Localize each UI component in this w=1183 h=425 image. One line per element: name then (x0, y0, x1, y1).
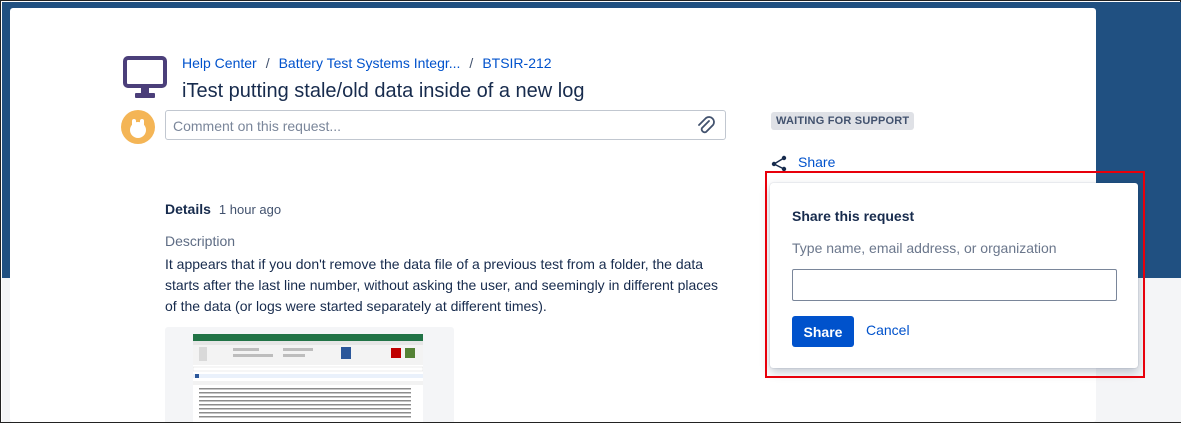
paperclip-icon[interactable] (697, 116, 715, 136)
monitor-icon (123, 56, 167, 98)
status-badge: WAITING FOR SUPPORT (771, 112, 915, 130)
breadcrumb-separator: / (469, 55, 474, 71)
share-link-label: Share (798, 154, 836, 170)
user-avatar[interactable] (121, 110, 155, 144)
breadcrumb: Help Center / Battery Test Systems Integr.… (182, 55, 552, 71)
details-timestamp: 1 hour ago (218, 202, 282, 217)
details-heading: Details (165, 201, 211, 217)
avatar-figure-icon (130, 119, 146, 138)
details-header: Details 1 hour ago (165, 201, 281, 217)
breadcrumb-help-center[interactable]: Help Center (182, 55, 257, 71)
attachment-thumbnail[interactable] (165, 327, 454, 422)
comment-placeholder: Comment on this request... (173, 118, 342, 134)
breadcrumb-project[interactable]: Battery Test Systems Integr... (279, 55, 461, 71)
breadcrumb-separator: / (265, 55, 270, 71)
description-text: It appears that if you don't remove the … (165, 256, 719, 314)
comment-input[interactable]: Comment on this request... (165, 110, 726, 140)
spreadsheet-preview-image (193, 334, 423, 422)
breadcrumb-issue-key[interactable]: BTSIR-212 (482, 55, 551, 71)
page-title: iTest putting stale/old data inside of a… (182, 80, 585, 102)
annotation-highlight-box (765, 171, 1145, 378)
description-label: Description (165, 233, 236, 249)
share-icon (771, 155, 787, 171)
